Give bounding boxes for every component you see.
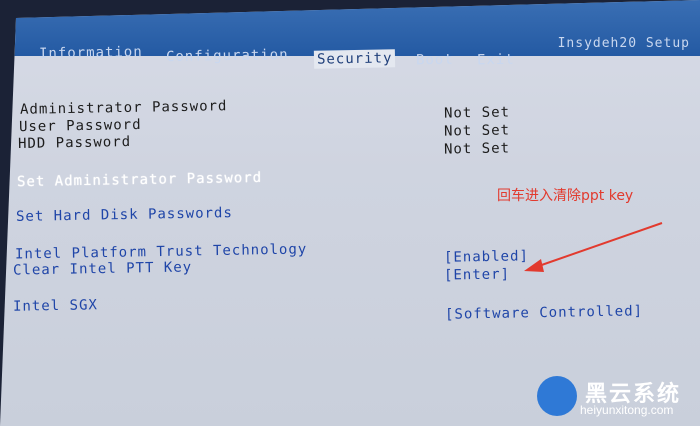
annotation-arrow-icon [524, 222, 663, 272]
watermark-logo-icon [537, 376, 577, 416]
watermark-site: heiyunxitong.com [580, 403, 674, 417]
